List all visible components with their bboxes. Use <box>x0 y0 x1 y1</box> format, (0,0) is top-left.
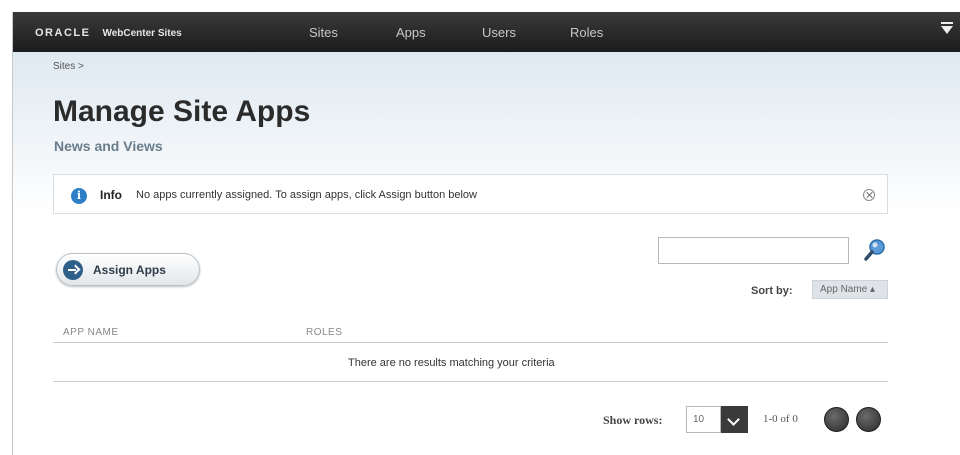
sort-by-label: Sort by: <box>751 285 793 297</box>
site-name: News and Views <box>54 138 163 154</box>
column-header-roles[interactable]: ROLES <box>306 327 342 338</box>
nav-item-sites[interactable]: Sites <box>309 25 338 40</box>
oracle-logo-text: ORACLE <box>35 27 91 39</box>
info-icon: i <box>71 188 87 204</box>
rows-per-page-select[interactable]: 10 <box>686 406 721 433</box>
product-name: WebCenter Sites <box>102 27 182 39</box>
search-input[interactable] <box>658 237 849 264</box>
sort-dropdown[interactable]: App Name ▴ <box>812 280 888 299</box>
info-label: Info <box>100 188 122 202</box>
close-icon[interactable] <box>863 189 875 201</box>
chevron-down-icon[interactable] <box>721 406 748 433</box>
breadcrumb[interactable]: Sites > <box>53 61 84 72</box>
page: ORACLE WebCenter Sites Sites Apps Users … <box>12 12 960 455</box>
assign-apps-button[interactable]: Assign Apps <box>56 253 200 286</box>
page-title: Manage Site Apps <box>53 95 311 128</box>
empty-results-message: There are no results matching your crite… <box>348 357 555 369</box>
info-message-box: i Info No apps currently assigned. To as… <box>53 174 888 214</box>
table-header-divider <box>53 342 888 343</box>
previous-page-button[interactable] <box>824 407 849 432</box>
assign-apps-label: Assign Apps <box>93 263 166 277</box>
info-message: No apps currently assigned. To assign ap… <box>136 189 477 201</box>
brand-logo: ORACLE WebCenter Sites <box>35 25 182 41</box>
next-page-button[interactable] <box>856 407 881 432</box>
arrow-right-icon <box>63 260 83 280</box>
table-bottom-divider <box>53 381 888 382</box>
page-count: 1-0 of 0 <box>763 413 798 425</box>
nav-item-users[interactable]: Users <box>482 25 516 40</box>
nav-item-roles[interactable]: Roles <box>570 25 603 40</box>
column-header-app-name[interactable]: APP NAME <box>63 327 119 338</box>
nav-item-apps[interactable]: Apps <box>396 25 426 40</box>
top-bar: ORACLE WebCenter Sites Sites Apps Users … <box>13 12 960 52</box>
search-icon[interactable] <box>864 238 886 262</box>
show-rows-label: Show rows: <box>603 413 663 427</box>
